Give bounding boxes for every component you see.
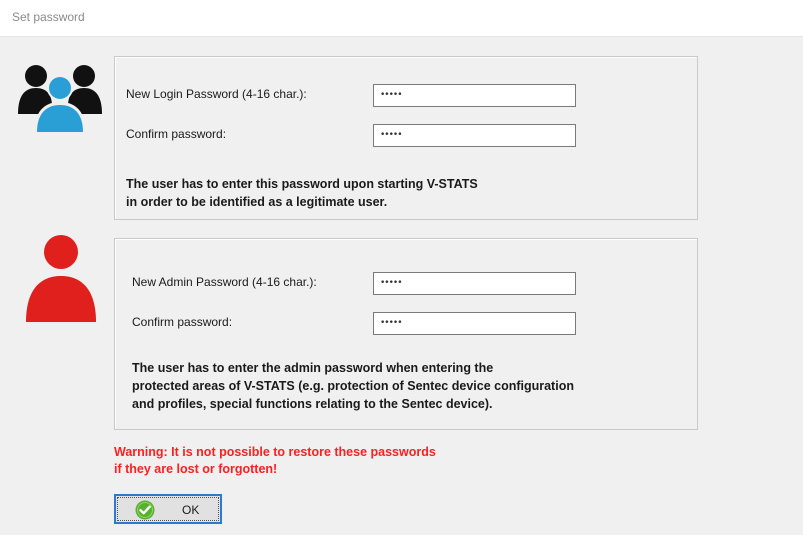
new-login-password-input[interactable]: ••••• [373, 84, 576, 107]
admin-info-line: protected areas of V-STATS (e.g. protect… [132, 379, 574, 393]
admin-info-line: The user has to enter the admin password… [132, 361, 494, 375]
admin-user-icon [26, 235, 96, 322]
login-info-line: The user has to enter this password upon… [126, 177, 478, 191]
admin-info-line: and profiles, special functions relating… [132, 397, 493, 411]
confirm-admin-password-input[interactable]: ••••• [373, 312, 576, 335]
ok-button-label: OK [182, 503, 200, 517]
new-admin-password-label: New Admin Password (4-16 char.): [132, 275, 317, 289]
title-bar[interactable]: Set password [0, 0, 803, 37]
ok-button-focus-rect [117, 497, 219, 521]
confirm-admin-password-label: Confirm password: [132, 315, 233, 329]
admin-info-text: The user has to enter the admin password… [132, 359, 574, 413]
admin-password-group: New Admin Password (4-16 char.): ••••• C… [114, 238, 698, 430]
set-password-dialog: Set password New Login Password (4-16 ch… [0, 0, 803, 535]
confirm-login-password-input[interactable]: ••••• [373, 124, 576, 147]
confirm-login-password-label: Confirm password: [126, 127, 227, 141]
warning-text: Warning: It is not possible to restore t… [114, 444, 436, 478]
login-info-line: in order to be identified as a legitimat… [126, 195, 388, 209]
users-group-icon [18, 65, 102, 134]
login-password-group: New Login Password (4-16 char.): ••••• C… [114, 56, 698, 220]
window-title: Set password [12, 10, 85, 24]
warning-line: if they are lost or forgotten! [114, 462, 278, 476]
login-info-text: The user has to enter this password upon… [126, 175, 478, 211]
ok-button[interactable]: OK [114, 494, 222, 524]
warning-line: Warning: It is not possible to restore t… [114, 445, 436, 459]
check-circle-icon [135, 500, 155, 520]
new-admin-password-input[interactable]: ••••• [373, 272, 576, 295]
new-login-password-label: New Login Password (4-16 char.): [126, 87, 307, 101]
